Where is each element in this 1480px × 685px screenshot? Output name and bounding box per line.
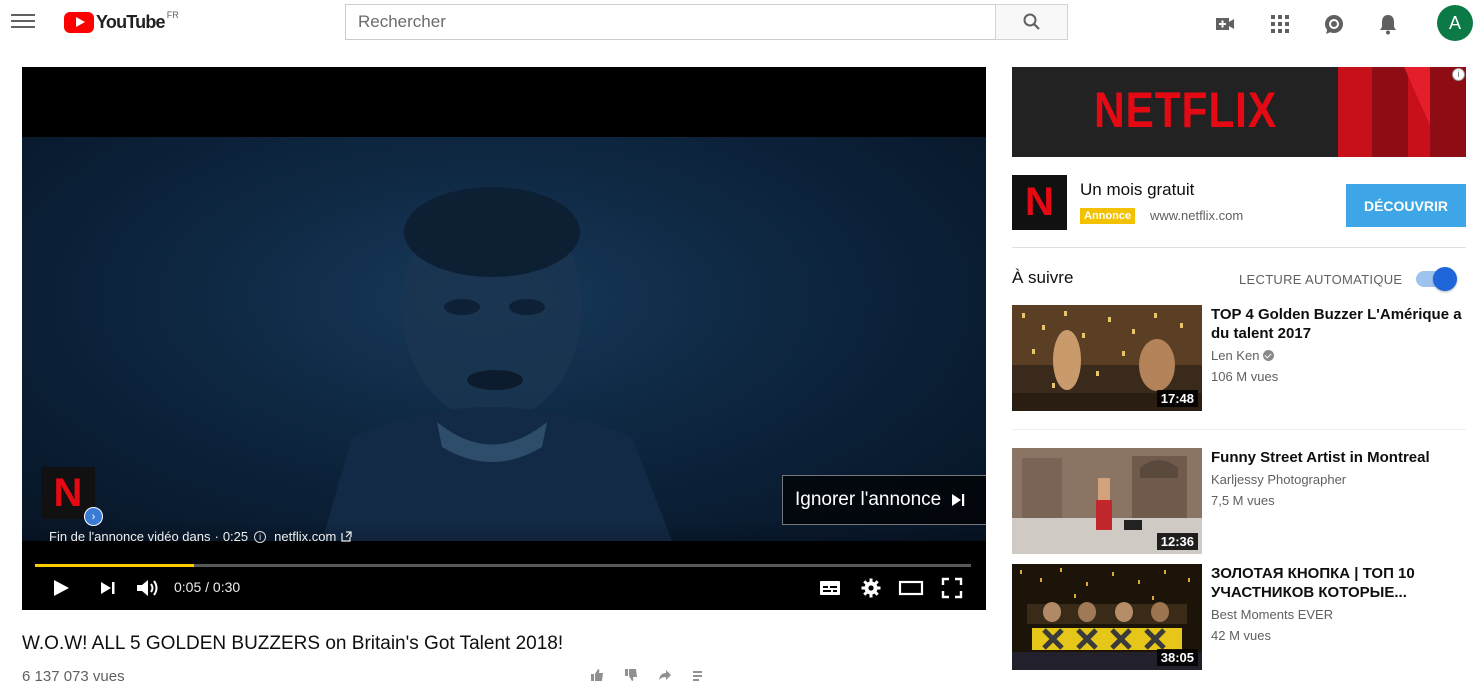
advertiser-link[interactable]: netflix.com xyxy=(274,529,336,544)
like-icon[interactable] xyxy=(590,668,604,682)
banner-brand-text: NETFLIX xyxy=(1094,82,1278,138)
recommendation-separator xyxy=(1012,429,1466,430)
video-views: 42 M vues xyxy=(1211,628,1271,643)
ad-url[interactable]: www.netflix.com xyxy=(1150,208,1243,223)
recommended-video[interactable]: 17:48 TOP 4 Golden Buzzer L'Amérique a d… xyxy=(1012,305,1472,411)
video-title: W.O.W! ALL 5 GOLDEN BUZZERS on Britain's… xyxy=(22,633,564,654)
video-thumbnail[interactable]: 17:48 xyxy=(1012,305,1202,411)
video-title-link[interactable]: ЗОЛОТАЯ КНОПКА | ТОП 10 УЧАСТНИКОВ КОТОР… xyxy=(1211,564,1467,602)
search-button[interactable] xyxy=(995,4,1068,40)
banner-n-stroke-left xyxy=(1372,67,1408,157)
verified-badge-icon xyxy=(1263,350,1275,361)
netflix-banner-ad[interactable]: NETFLIX xyxy=(1012,67,1466,157)
logo-text: YouTube xyxy=(96,11,166,32)
ad-countdown-label: Fin de l'annonce vidéo dans xyxy=(49,529,211,544)
autoplay-toggle-knob[interactable] xyxy=(1433,267,1457,291)
chevron-right-icon[interactable]: › xyxy=(84,507,103,526)
video-views: 106 M vues xyxy=(1211,369,1279,384)
video-duration: 17:48 xyxy=(1156,390,1198,407)
fullscreen-icon[interactable] xyxy=(940,576,964,600)
theater-mode-icon[interactable] xyxy=(898,576,924,600)
subtitles-icon[interactable] xyxy=(818,576,842,600)
ad-separator: · xyxy=(214,529,219,544)
notifications-bell-icon[interactable] xyxy=(1376,12,1400,36)
channel-name[interactable]: Best Moments EVER xyxy=(1211,607,1333,622)
ad-title[interactable]: Un mois gratuit xyxy=(1080,180,1194,200)
info-icon[interactable]: i xyxy=(254,530,267,543)
netflix-logo-letter-small: N xyxy=(1025,180,1054,224)
up-next-heading: À suivre xyxy=(1012,268,1074,287)
ad-status-line: Fin de l'annonce vidéo dans · 0:25 i net… xyxy=(49,529,352,544)
youtube-logo[interactable]: YouTube FR xyxy=(64,10,179,34)
settings-gear-icon[interactable] xyxy=(859,576,883,600)
channel-name-text: Len Ken xyxy=(1211,348,1260,363)
share-icon[interactable] xyxy=(658,668,672,682)
save-to-playlist-icon[interactable] xyxy=(692,668,706,682)
volume-icon[interactable] xyxy=(135,576,161,600)
video-actions-row xyxy=(590,668,706,682)
messages-icon[interactable] xyxy=(1322,12,1346,36)
video-thumbnail[interactable]: 12:36 xyxy=(1012,448,1202,554)
ad-countdown-time: 0:25 xyxy=(222,529,249,544)
ad-card[interactable]: N Un mois gratuit Annonce www.netflix.co… xyxy=(1012,172,1466,236)
discover-button[interactable]: DÉCOUVRIR xyxy=(1346,184,1466,227)
progress-bar[interactable] xyxy=(35,564,971,567)
video-title-link[interactable]: TOP 4 Golden Buzzer L'Amérique a du tale… xyxy=(1211,305,1467,343)
search-input[interactable] xyxy=(345,4,996,40)
search-icon xyxy=(1023,13,1040,30)
ad-badge: Annonce xyxy=(1080,208,1136,224)
dislike-icon[interactable] xyxy=(624,668,638,682)
video-player[interactable]: N › Fin de l'annonce vidéo dans · 0:25 i… xyxy=(22,67,986,610)
recommended-video[interactable]: 38:05 ЗОЛОТАЯ КНОПКА | ТОП 10 УЧАСТНИКОВ… xyxy=(1012,564,1472,670)
skip-next-icon xyxy=(952,494,965,506)
channel-name[interactable]: Karljessy Photographer xyxy=(1211,472,1346,487)
play-icon[interactable] xyxy=(50,576,72,600)
video-duration: 12:36 xyxy=(1156,533,1198,550)
ad-choices-icon[interactable]: i xyxy=(1452,68,1465,81)
video-thumbnail[interactable]: 38:05 xyxy=(1012,564,1202,670)
skip-ad-button[interactable]: Ignorer l'annonce xyxy=(782,475,986,525)
apps-icon[interactable] xyxy=(1268,12,1292,36)
video-duration: 38:05 xyxy=(1156,649,1198,666)
create-video-icon[interactable] xyxy=(1213,12,1237,36)
autoplay-label: LECTURE AUTOMATIQUE xyxy=(1239,272,1403,287)
time-display: 0:05 / 0:30 xyxy=(174,579,241,595)
sidebar-divider xyxy=(1012,247,1466,248)
view-count: 6 137 073 vues xyxy=(22,668,125,685)
channel-name-text: Karljessy Photographer xyxy=(1211,472,1347,487)
channel-name-text: Best Moments EVER xyxy=(1211,607,1334,622)
logo-country-code: FR xyxy=(166,10,179,20)
progress-played xyxy=(35,564,195,567)
video-title-link[interactable]: Funny Street Artist in Montreal xyxy=(1211,448,1467,467)
youtube-play-icon xyxy=(64,11,94,33)
next-icon[interactable] xyxy=(98,576,118,600)
avatar[interactable]: A xyxy=(1437,5,1473,41)
menu-icon[interactable] xyxy=(11,11,35,33)
channel-name[interactable]: Len Ken xyxy=(1211,348,1275,363)
netflix-logo-letter: N xyxy=(53,470,83,515)
top-bar: YouTube FR A xyxy=(0,0,1480,48)
external-link-icon[interactable] xyxy=(341,531,352,542)
advertiser-logo-small[interactable]: N xyxy=(1012,175,1067,230)
recommended-video[interactable]: 12:36 Funny Street Artist in Montreal Ka… xyxy=(1012,448,1472,554)
skip-ad-label: Ignorer l'annonce xyxy=(795,489,942,510)
video-views: 7,5 M vues xyxy=(1211,493,1275,508)
